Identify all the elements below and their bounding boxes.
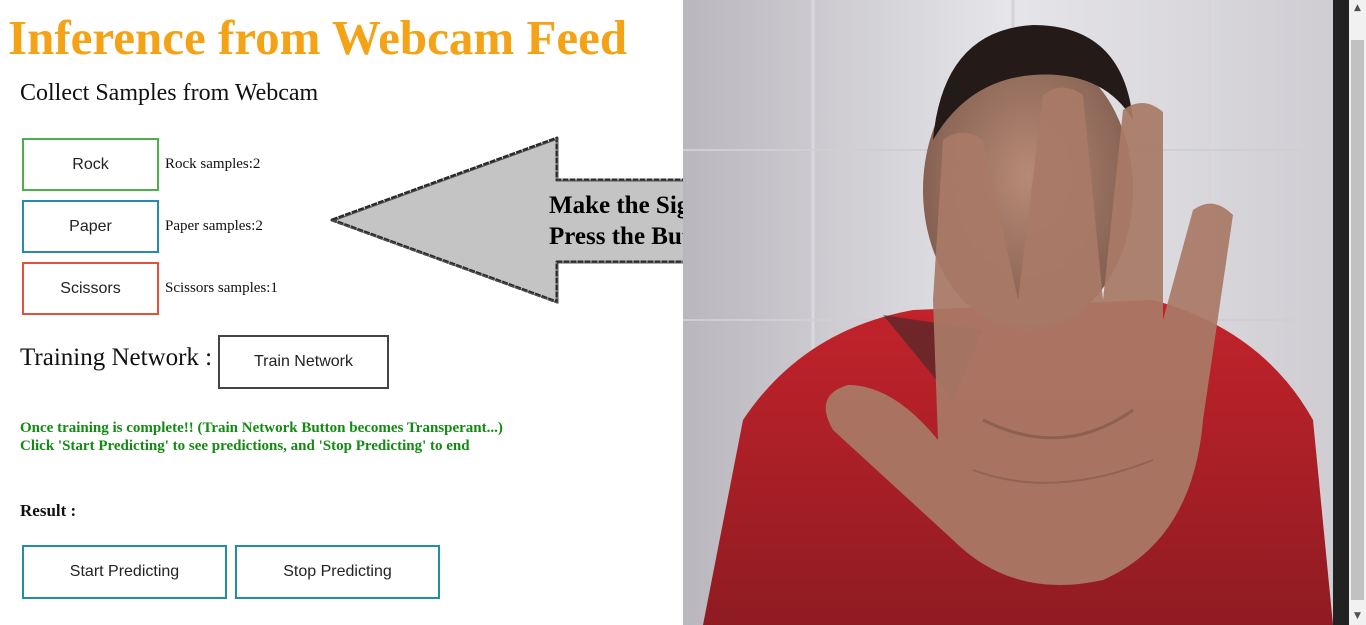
webcam-feed xyxy=(683,0,1333,625)
rock-button[interactable]: Rock xyxy=(22,138,159,191)
result-label: Result : xyxy=(20,501,77,520)
paper-button[interactable]: Paper xyxy=(22,200,159,253)
scroll-up-icon[interactable]: ▲ xyxy=(1349,0,1366,17)
training-instructions: Once training is complete!! (Train Netwo… xyxy=(20,419,503,455)
rock-sample-count: Rock samples:2 xyxy=(165,156,261,172)
start-predicting-button[interactable]: Start Predicting xyxy=(22,545,227,599)
train-network-button[interactable]: Train Network xyxy=(218,335,389,389)
training-note-line-1: Once training is complete!! (Train Netwo… xyxy=(20,420,503,436)
collect-samples-heading: Collect Samples from Webcam xyxy=(20,80,319,106)
scroll-down-icon[interactable]: ▼ xyxy=(1349,608,1366,625)
stop-predicting-button[interactable]: Stop Predicting xyxy=(235,545,440,599)
page-title: Inference from Webcam Feed xyxy=(8,10,628,65)
scissors-button[interactable]: Scissors xyxy=(22,262,159,315)
training-network-label: Training Network : xyxy=(20,344,213,371)
training-note-line-2: Click 'Start Predicting' to see predicti… xyxy=(20,438,470,454)
paper-sample-count: Paper samples:2 xyxy=(165,218,263,234)
scrollbar-thumb[interactable] xyxy=(1351,40,1364,600)
scissors-sample-count: Scissors samples:1 xyxy=(165,280,278,296)
webcam-image xyxy=(683,0,1333,625)
